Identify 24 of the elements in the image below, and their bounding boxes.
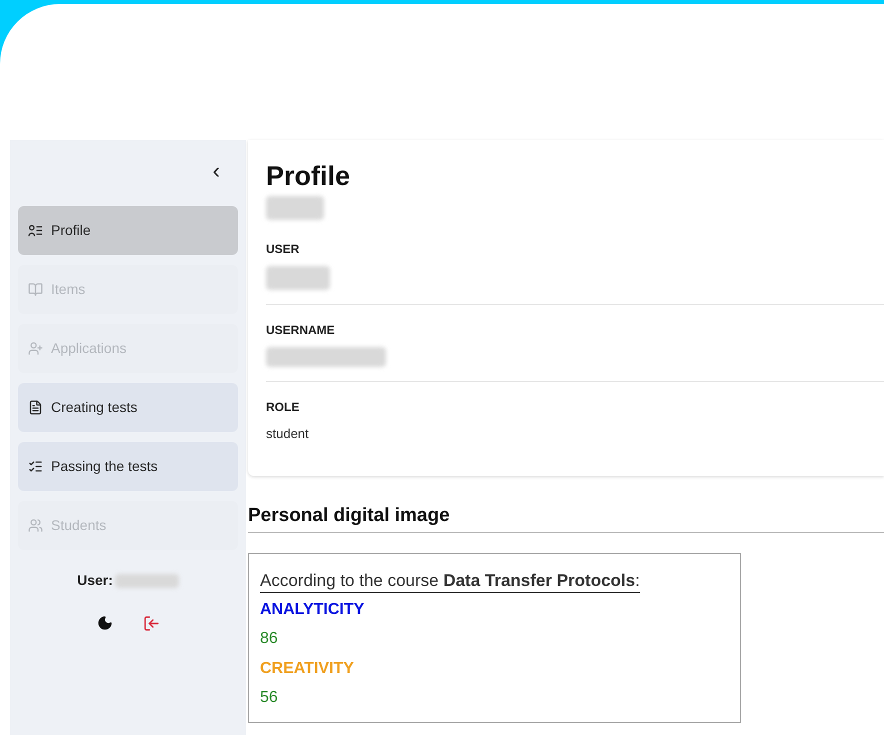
sidebar-item[interactable]: Profile — [18, 206, 238, 255]
user-label: User: — [77, 571, 113, 590]
user-plus-icon — [28, 341, 43, 356]
field-label: USER — [266, 241, 300, 258]
metric-name: ANALYTICITY — [260, 600, 366, 620]
section-title: Personal digital image — [248, 502, 884, 533]
sidebar-item[interactable]: Creating tests — [18, 383, 238, 432]
document-icon — [28, 400, 43, 415]
field-label: USERNAME — [266, 322, 336, 339]
page-title: Profile — [266, 160, 352, 192]
field-label: ROLE — [266, 399, 300, 416]
metric-value: 86 — [260, 629, 279, 649]
field-value: student — [266, 425, 310, 443]
collapse-button[interactable]: ‹ — [212, 160, 220, 182]
sidebar-item[interactable]: Passing the tests — [18, 442, 238, 491]
book-icon — [28, 282, 43, 297]
metric-value: 56 — [260, 688, 279, 708]
course-line: According to the course Data Transfer Protocols: — [260, 570, 640, 593]
moon-icon[interactable] — [96, 615, 112, 631]
logout-icon[interactable] — [142, 615, 160, 632]
profile-list-icon — [28, 223, 43, 238]
metric-name: CREATIVITY — [260, 659, 355, 679]
users-icon — [28, 518, 43, 533]
checklist-icon — [28, 459, 43, 474]
